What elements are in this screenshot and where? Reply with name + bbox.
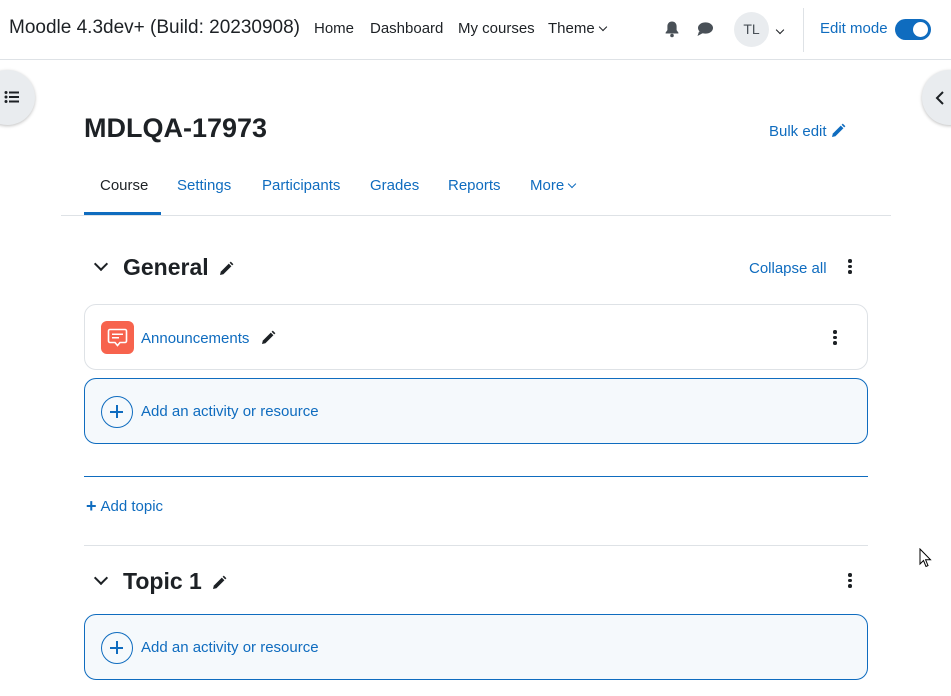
tab-grades[interactable]: Grades (370, 177, 419, 194)
section-separator (84, 545, 868, 546)
tab-settings[interactable]: Settings (177, 177, 231, 194)
mouse-cursor-icon (919, 548, 932, 568)
secondary-navigation: Course Settings Participants Grades Repo… (61, 160, 891, 216)
navbar-divider (803, 8, 804, 52)
tab-more[interactable]: More (530, 177, 577, 194)
block-drawer-toggle[interactable] (922, 70, 951, 125)
list-icon (4, 89, 22, 107)
site-name[interactable]: Moodle 4.3dev+ (Build: 20230908) (9, 17, 300, 39)
pencil-icon[interactable] (211, 575, 227, 591)
top-navbar: Moodle 4.3dev+ (Build: 20230908) Home Da… (0, 0, 951, 60)
section-actions-kebab-icon[interactable] (848, 573, 852, 588)
nav-link-dashboard[interactable]: Dashboard (370, 20, 443, 37)
nav-menu-theme-label: Theme (548, 20, 595, 37)
bulk-edit-button[interactable]: Bulk edit (769, 123, 846, 140)
tab-course[interactable]: Course (100, 177, 148, 194)
add-activity-label: Add an activity or resource (141, 639, 319, 656)
chevron-down-icon (598, 22, 607, 32)
chevron-down-icon (775, 25, 785, 35)
chevron-down-icon (567, 179, 577, 189)
section-divider (84, 476, 868, 477)
page-title: MDLQA-17973 (84, 113, 268, 143)
chat-icon[interactable] (696, 20, 714, 38)
plus-circle-icon (101, 632, 133, 664)
tab-participants[interactable]: Participants (262, 177, 340, 194)
bulk-edit-label: Bulk edit (769, 123, 827, 140)
add-activity-label: Add an activity or resource (141, 403, 319, 420)
collapse-caret-icon[interactable] (93, 570, 109, 586)
nav-link-home[interactable]: Home (314, 20, 354, 37)
pencil-icon (831, 123, 845, 137)
edit-mode-toggle[interactable] (895, 19, 931, 40)
nav-link-my-courses[interactable]: My courses (458, 20, 535, 37)
course-index-drawer-toggle[interactable] (0, 70, 35, 125)
chevron-left-icon (932, 89, 950, 107)
tab-reports[interactable]: Reports (448, 177, 501, 194)
add-activity-button[interactable]: Add an activity or resource (84, 378, 868, 444)
collapse-caret-icon[interactable] (93, 256, 109, 272)
plus-circle-icon (101, 396, 133, 428)
activity-actions-kebab-icon[interactable] (833, 330, 837, 345)
nav-menu-theme[interactable]: Theme (548, 20, 607, 37)
toggle-knob (913, 22, 928, 37)
add-topic-button[interactable]: + Add topic (86, 495, 163, 516)
collapse-all-link[interactable]: Collapse all (749, 260, 827, 277)
section-title[interactable]: General (123, 254, 209, 281)
section-title[interactable]: Topic 1 (123, 568, 202, 595)
tab-more-label: More (530, 177, 565, 194)
activity-item-announcements: Announcements (84, 304, 868, 370)
forum-icon (101, 321, 134, 354)
user-avatar[interactable]: TL (734, 12, 769, 47)
bell-icon[interactable] (664, 20, 682, 38)
activity-name-link[interactable]: Announcements (141, 330, 249, 347)
add-activity-button[interactable]: Add an activity or resource (84, 614, 868, 680)
pencil-icon[interactable] (260, 330, 276, 346)
user-menu-chevron-icon[interactable] (775, 24, 785, 42)
edit-mode-label[interactable]: Edit mode (820, 20, 888, 37)
section-actions-kebab-icon[interactable] (848, 259, 852, 274)
add-topic-label: Add topic (100, 498, 164, 515)
plus-icon: + (86, 496, 97, 516)
pencil-icon[interactable] (218, 261, 234, 277)
active-tab-indicator (84, 212, 161, 215)
